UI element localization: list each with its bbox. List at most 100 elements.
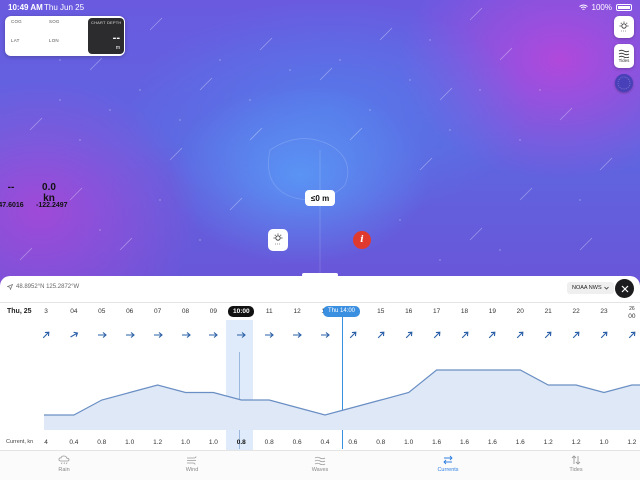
chart-depth-unit: m: [115, 45, 120, 51]
current-value-label: 1.0: [125, 439, 135, 446]
tab-wind-label: Wind: [185, 467, 199, 473]
current-value-label: 4: [44, 439, 48, 446]
hour-label[interactable]: 16: [396, 308, 422, 315]
tab-currents[interactable]: Currents: [418, 455, 478, 473]
header-divider: [0, 302, 640, 303]
coordinates-text: 48.8952°N 125.2872°W: [16, 284, 80, 290]
selected-current-value: 0.8: [236, 439, 246, 446]
data-source-label: NOAA NWS: [572, 285, 602, 291]
current-value-label: 1.6: [515, 439, 525, 446]
battery-percent: 100%: [591, 3, 612, 12]
current-value-label: 1.0: [208, 439, 218, 446]
status-time: 10:49 AM: [8, 3, 43, 12]
hour-label[interactable]: 15: [368, 308, 394, 315]
location-coordinates: 48.8952°N 125.2872°W: [7, 284, 79, 290]
lat-value: 47.6016: [0, 202, 24, 209]
hour-label[interactable]: 22: [563, 308, 589, 315]
tab-tides-label: Tides: [569, 467, 583, 473]
current-value-label: 1.6: [487, 439, 497, 446]
hour-label[interactable]: 19: [479, 308, 505, 315]
sun-icon: [273, 233, 283, 245]
current-value-label: 1.2: [543, 439, 553, 446]
sun-icon: [619, 21, 629, 32]
cog-value: --: [7, 182, 15, 193]
hour-label[interactable]: 06: [117, 308, 143, 315]
current-time-badge: Thu 14:00: [323, 306, 361, 317]
info-marker[interactable]: i: [353, 231, 371, 249]
current-value-label: 1.6: [432, 439, 442, 446]
tides-icon: [571, 455, 581, 465]
chart-depth-box: CHART DEPTH -- m: [88, 18, 124, 54]
current-value-label: 1.2: [627, 439, 637, 446]
location-arrow-icon: [7, 284, 13, 290]
current-area-fill: [44, 370, 640, 430]
hour-label[interactable]: 04: [61, 308, 87, 315]
cog-label: COG: [11, 19, 22, 24]
lat-label: LAT: [11, 38, 20, 43]
current-value-label: 1.0: [180, 439, 191, 446]
hour-label[interactable]: 05: [89, 308, 115, 315]
chart-depth-label: CHART DEPTH: [91, 20, 122, 25]
current-chart: [44, 369, 640, 430]
battery-icon: [616, 4, 632, 11]
hour-label[interactable]: 20: [507, 308, 533, 315]
hour-label[interactable]: 3: [33, 308, 59, 315]
close-icon: [621, 285, 628, 292]
status-bar: 10:49 AM Thu Jun 25 100%: [0, 0, 640, 16]
layer-tab-bar: Rain Wind Waves Currents Tides: [0, 450, 640, 480]
current-value-label: 1.6: [459, 439, 470, 446]
weather-point-marker[interactable]: [268, 229, 288, 251]
data-source-dropdown[interactable]: NOAA NWS: [567, 282, 614, 294]
tab-currents-label: Currents: [437, 467, 459, 473]
tab-tides[interactable]: Tides: [546, 455, 606, 473]
compass-icon[interactable]: [615, 74, 633, 92]
tides-button-label: Tides: [618, 58, 630, 63]
tab-waves-label: Waves: [311, 467, 329, 473]
current-value-label: 0.8: [264, 439, 274, 446]
hour-label[interactable]: 23: [591, 308, 617, 315]
current-value-label: 1.0: [404, 439, 414, 446]
hour-label[interactable]: 11: [256, 308, 282, 315]
hour-label[interactable]: 26 00: [619, 306, 640, 320]
hour-label[interactable]: 21: [535, 308, 561, 315]
current-value-label: 0.6: [292, 439, 302, 446]
next-day-label: 26: [629, 306, 635, 312]
selected-hour-label[interactable]: 10:00: [228, 306, 255, 317]
tides-icon: [618, 49, 630, 58]
close-button[interactable]: [615, 279, 634, 298]
navigation-info-card[interactable]: COG -- SOG 0.0 kn LAT 47.6016 LON -122.2…: [0, 16, 125, 209]
sog-label: SOG: [49, 19, 60, 24]
hour-label[interactable]: 07: [145, 308, 171, 315]
tab-rain[interactable]: Rain: [34, 455, 94, 473]
chart-map[interactable]: 10:49 AM Thu Jun 25 100% COG -- SOG 0.0 …: [0, 0, 640, 290]
current-value-label: 1.2: [571, 439, 581, 446]
tab-wind[interactable]: Wind: [162, 455, 222, 473]
hour-label[interactable]: 08: [173, 308, 199, 315]
day-label: Thu, 25: [7, 308, 32, 315]
hour-label[interactable]: 09: [200, 308, 226, 315]
chart-depth-value: --: [112, 32, 120, 44]
depth-marker-label[interactable]: ≤0 m: [305, 190, 336, 206]
hour-label[interactable]: 17: [424, 308, 450, 315]
tab-rain-label: Rain: [58, 467, 70, 473]
currents-icon: [443, 455, 453, 465]
waves-icon: [314, 456, 326, 465]
tab-waves[interactable]: Waves: [290, 455, 350, 473]
weather-layer-button[interactable]: [614, 16, 634, 38]
current-value-label: 1.0: [599, 439, 609, 446]
current-value-label: 0.4: [320, 439, 330, 446]
hour-label[interactable]: 12: [284, 308, 310, 315]
wifi-icon: [578, 4, 588, 10]
current-value-label: 0.8: [97, 439, 107, 446]
current-value-label: 1.2: [153, 439, 163, 446]
midnight-label: 00: [628, 313, 636, 320]
panel-drag-handle[interactable]: [302, 273, 338, 277]
tides-button[interactable]: Tides: [614, 44, 634, 68]
current-value-label: 0.4: [69, 439, 79, 446]
status-date: Thu Jun 25: [44, 3, 85, 12]
current-value-label: 0.8: [376, 439, 386, 446]
lon-label: LON: [49, 38, 59, 43]
forecast-panel: 48.8952°N 125.2872°W NOAA NWS Thu, 25 30…: [0, 273, 640, 480]
hour-label[interactable]: 18: [452, 308, 478, 315]
chevron-down-icon: [603, 286, 609, 290]
